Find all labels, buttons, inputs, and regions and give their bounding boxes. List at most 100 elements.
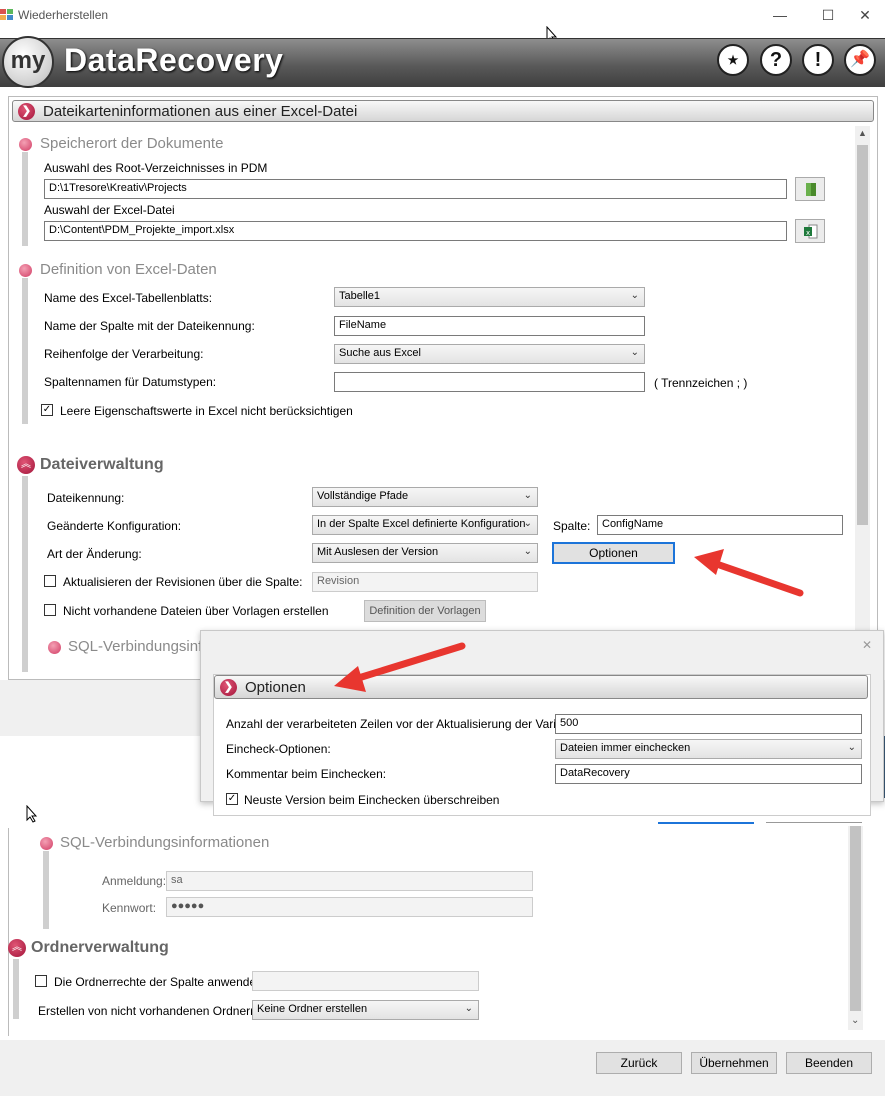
info-icon[interactable]: ! [802,44,834,76]
section-rail [22,152,28,246]
templates-label: Nicht vorhandene Dateien über Vorlagen e… [63,604,329,618]
templates-button[interactable]: Definition der Vorlagen [364,600,486,622]
chevron-up-icon[interactable]: ︽ [8,939,26,957]
section-rail [43,851,49,929]
scroll-up-icon[interactable]: ▲ [858,128,867,138]
book-icon [806,183,816,196]
folders-title: Ordnerverwaltung [31,939,169,956]
dialog-close-icon[interactable]: ✕ [862,638,872,652]
section-dot-icon [48,641,61,654]
revisions-label: Aktualisieren der Revisionen über die Sp… [63,575,303,589]
config-column-input[interactable]: ConfigName [597,515,843,535]
create-folders-select-value: Keine Ordner erstellen [257,1003,368,1015]
options-button[interactable]: Optionen [552,542,675,564]
overwrite-checkbox[interactable]: ✓ [226,793,238,805]
password-label: Kennwort: [102,901,157,915]
chevron-right-icon: ❯ [18,103,35,120]
storage-title: Speicherort der Dokumente [40,135,224,152]
excel-file-input[interactable]: D:\Content\PDM_Projekte_import.xlsx [44,221,787,241]
rows-input[interactable]: 500 [555,714,862,734]
login-label: Anmeldung: [102,874,167,888]
sheet-label: Name des Excel-Tabellenblatts: [44,291,213,305]
order-select[interactable]: Suche aus Excel ⌄ [334,344,645,364]
options-title: Optionen [245,679,306,696]
folder-rights-label: Die Ordnerrechte der Spalte anwenden [54,975,263,989]
separator-hint: ( Trennzeichen ; ) [654,376,748,390]
file-id-label: Dateikennung: [47,491,125,505]
chevron-down-icon: ⌄ [847,742,856,753]
maximize-button[interactable]: ☐ [808,4,848,26]
id-column-label: Name der Spalte mit der Dateikennung: [44,319,255,333]
main-section-title: Dateikarteninformationen aus einer Excel… [43,103,358,120]
red-arrow-annotation [690,545,810,608]
sheet-select[interactable]: Tabelle1 ⌄ [334,287,645,307]
revisions-input[interactable]: Revision [312,572,538,592]
comment-label: Kommentar beim Einchecken: [226,767,387,781]
svg-text:x: x [806,229,810,237]
background-band [0,736,200,798]
create-folders-label: Erstellen von nicht vorhandenen Ordnern: [38,1004,261,1018]
date-columns-label: Spaltennamen für Datumstypen: [44,375,217,389]
login-input[interactable]: sa [166,871,533,891]
section-rail [22,278,28,424]
config-select-value: In der Spalte Excel definierte Konfigura… [317,518,526,530]
scroll-down-icon[interactable]: ⌄ [851,1015,859,1026]
help-icon[interactable]: ? [760,44,792,76]
section-dot-icon [40,837,53,850]
back-button[interactable]: Zurück [596,1052,682,1074]
chevron-up-icon[interactable]: ︽ [17,456,35,474]
rating-stars-icon[interactable]: ★ [717,44,749,76]
create-folders-select[interactable]: Keine Ordner erstellen ⌄ [252,1000,479,1020]
column-label: Spalte: [553,519,591,533]
app-logo: my [2,36,54,88]
folder-rights-checkbox[interactable] [35,975,47,987]
date-columns-input[interactable] [334,372,645,392]
window-title: Wiederherstellen [18,8,109,22]
close-button[interactable]: ✕ [845,4,885,26]
sql-title: SQL-Verbindungsinformationen [60,834,270,851]
chevron-down-icon: ⌄ [464,1003,473,1014]
file-id-select[interactable]: Vollständige Pfade ⌄ [312,487,538,507]
change-type-select[interactable]: Mit Auslesen der Version ⌄ [312,543,538,563]
minimize-button[interactable]: — [760,4,800,26]
exit-button[interactable]: Beenden [786,1052,872,1074]
checkin-select-value: Dateien immer einchecken [560,742,691,754]
excel-file-label: Auswahl der Excel-Datei [44,203,175,217]
comment-input[interactable]: DataRecovery [555,764,862,784]
pin-icon[interactable]: 📌 [844,44,876,76]
id-column-input[interactable]: FileName [334,316,645,336]
checkin-select[interactable]: Dateien immer einchecken ⌄ [555,739,862,759]
sheet-select-value: Tabelle1 [339,290,380,302]
excel-def-title: Definition von Excel-Daten [40,261,217,278]
mouse-cursor-icon [26,804,38,826]
folder-browse-button[interactable] [795,177,825,201]
chevron-down-icon: ⌄ [523,518,532,529]
options-header: ❯ Optionen [214,675,868,699]
order-label: Reihenfolge der Verarbeitung: [44,347,204,361]
scrollbar-thumb[interactable] [850,826,861,1011]
change-type-select-value: Mit Auslesen der Version [317,546,439,558]
folder-rights-input[interactable] [252,971,479,991]
rows-label: Anzahl der verarbeiteten Zeilen vor der … [226,717,589,731]
chevron-down-icon: ⌄ [630,290,639,301]
overwrite-label: Neuste Version beim Einchecken überschre… [244,793,500,807]
ignore-empty-checkbox[interactable]: ✓ [41,404,53,416]
templates-checkbox[interactable] [44,604,56,616]
root-dir-input[interactable]: D:\1Tresore\Kreativ\Projects [44,179,787,199]
file-mgmt-title: Dateiverwaltung [40,456,164,473]
sql-title-cut: SQL-Verbindungsinf [68,638,203,655]
excel-browse-button[interactable]: x [795,219,825,243]
change-type-label: Art der Änderung: [47,547,142,561]
main-section-header: ❯ Dateikarteninformationen aus einer Exc… [12,100,874,122]
app-name: DataRecovery [64,42,284,78]
file-id-select-value: Vollständige Pfade [317,490,409,502]
config-label: Geänderte Konfiguration: [47,519,182,533]
apply-button[interactable]: Übernehmen [691,1052,777,1074]
scrollbar-thumb[interactable] [857,145,868,525]
password-input[interactable]: ●●●●● [166,897,533,917]
revisions-checkbox[interactable] [44,575,56,587]
checkin-label: Eincheck-Optionen: [226,742,331,756]
config-select[interactable]: In der Spalte Excel definierte Konfigura… [312,515,538,535]
app-icon [0,7,14,21]
excel-icon: x [804,224,818,239]
